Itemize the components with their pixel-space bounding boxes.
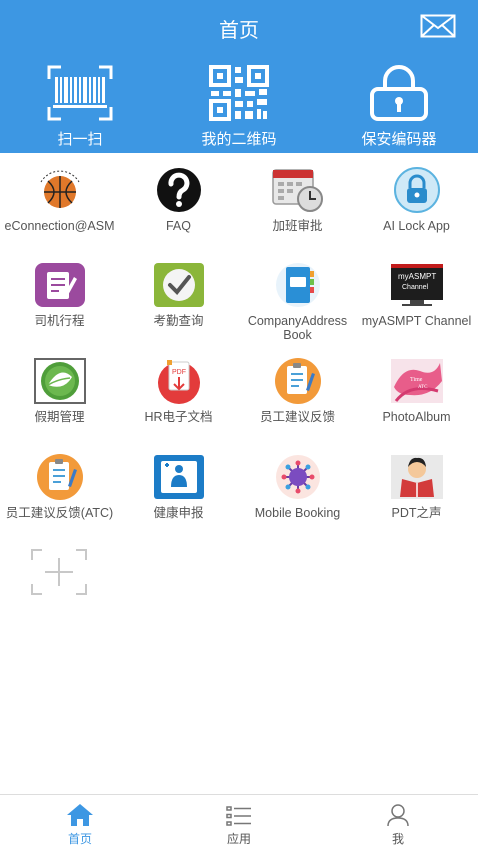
app-label: FAQ [165,219,191,233]
svg-text:Time: Time [410,377,423,383]
clipboard-feedback-icon [274,358,321,404]
app-label: PDT之声 [391,506,442,520]
address-book-icon [275,263,320,307]
leaf-icon [33,358,86,404]
virus-booking-icon [275,455,320,499]
security-encoder-label: 保安编码器 [361,131,437,148]
question-mark-icon [156,168,201,212]
monitor-channel-icon: myASMPT Channel [390,264,443,306]
bottom-tab-bar: 首页 应用 我 [0,794,478,850]
barcode-scan-icon [47,65,113,121]
top-header: 首页 扫一扫 我的二维码 保安编码器 [0,0,478,153]
scan-button[interactable]: 扫一扫 [15,64,145,148]
notepad-pen-icon [34,263,85,307]
app-driver-trip[interactable]: 司机行程 [0,260,119,352]
app-employee-feedback-atc[interactable]: 员工建议反馈(ATC) [0,452,119,544]
app-pdt-voice[interactable]: PDT之声 [357,452,476,544]
app-label: 司机行程 [34,314,85,328]
mail-icon[interactable] [420,14,456,38]
tab-label: 应用 [226,832,251,846]
tab-me[interactable]: 我 [318,795,478,850]
app-label: CompanyAddress Book [247,314,348,342]
my-qr-code-button[interactable]: 我的二维码 [174,64,304,148]
app-ai-lock[interactable]: AI Lock App [357,165,476,257]
app-label: 考勤查询 [153,314,204,328]
app-label: myASMPT Channel [361,314,472,328]
my-qr-code-label: 我的二维码 [201,131,277,148]
home-icon [67,804,93,826]
health-declaration-icon [153,455,204,499]
basketball-logo-icon [40,170,79,208]
page-title: 首页 [219,20,259,42]
calendar-clock-icon [271,169,323,212]
svg-text:Channel: Channel [402,284,429,291]
app-list-icon [226,806,251,826]
app-photo-album[interactable]: Time ATC PhotoAlbum [357,356,476,448]
app-health-declaration[interactable]: 健康申报 [119,452,238,544]
app-label: 假期管理 [34,410,85,424]
lock-circle-icon [393,167,440,213]
app-label: 加班审批 [272,219,323,233]
tab-home[interactable]: 首页 [0,795,160,850]
clipboard-feedback-icon [36,454,83,500]
app-label: 健康申报 [153,506,204,520]
svg-text:myASMPT: myASMPT [398,272,436,281]
photo-album-icon: Time ATC [390,359,443,403]
app-label: eConnection@ASM [4,219,115,233]
checkmark-icon [153,263,204,307]
padlock-icon [370,65,428,121]
app-label: HR电子文档 [144,410,213,424]
tab-apps[interactable]: 应用 [159,795,319,850]
app-hr-documents[interactable]: PDF HR电子文档 [119,356,238,448]
app-label: AI Lock App [383,219,450,233]
app-label: PhotoAlbum [382,410,451,424]
security-encoder-button[interactable]: 保安编码器 [334,64,464,148]
app-employee-feedback[interactable]: 员工建议反馈 [238,356,357,448]
tab-label: 我 [391,832,404,846]
person-icon [387,804,409,827]
app-address-book[interactable]: CompanyAddress Book [238,260,357,352]
pdf-document-icon: PDF [157,360,200,404]
scan-label: 扫一扫 [57,131,103,148]
add-app-icon[interactable] [30,548,88,596]
app-overtime-approval[interactable]: 加班审批 [238,165,357,257]
qr-code-icon [209,65,269,121]
app-label: Mobile Booking [254,506,341,520]
svg-text:PDF: PDF [172,369,186,376]
app-label: 员工建议反馈(ATC) [5,506,114,520]
app-attendance[interactable]: 考勤查询 [119,260,238,352]
app-faq[interactable]: FAQ [119,165,238,257]
tab-label: 首页 [67,832,92,846]
app-econnection[interactable]: eConnection@ASM [0,165,119,257]
app-label: 员工建议反馈 [259,410,335,424]
reading-person-icon [390,455,443,499]
app-myasmpt-channel[interactable]: myASMPT Channel myASMPT Channel [357,260,476,352]
app-leave-management[interactable]: 假期管理 [0,356,119,448]
app-mobile-booking[interactable]: Mobile Booking [238,452,357,544]
svg-text:ATC: ATC [418,385,428,390]
